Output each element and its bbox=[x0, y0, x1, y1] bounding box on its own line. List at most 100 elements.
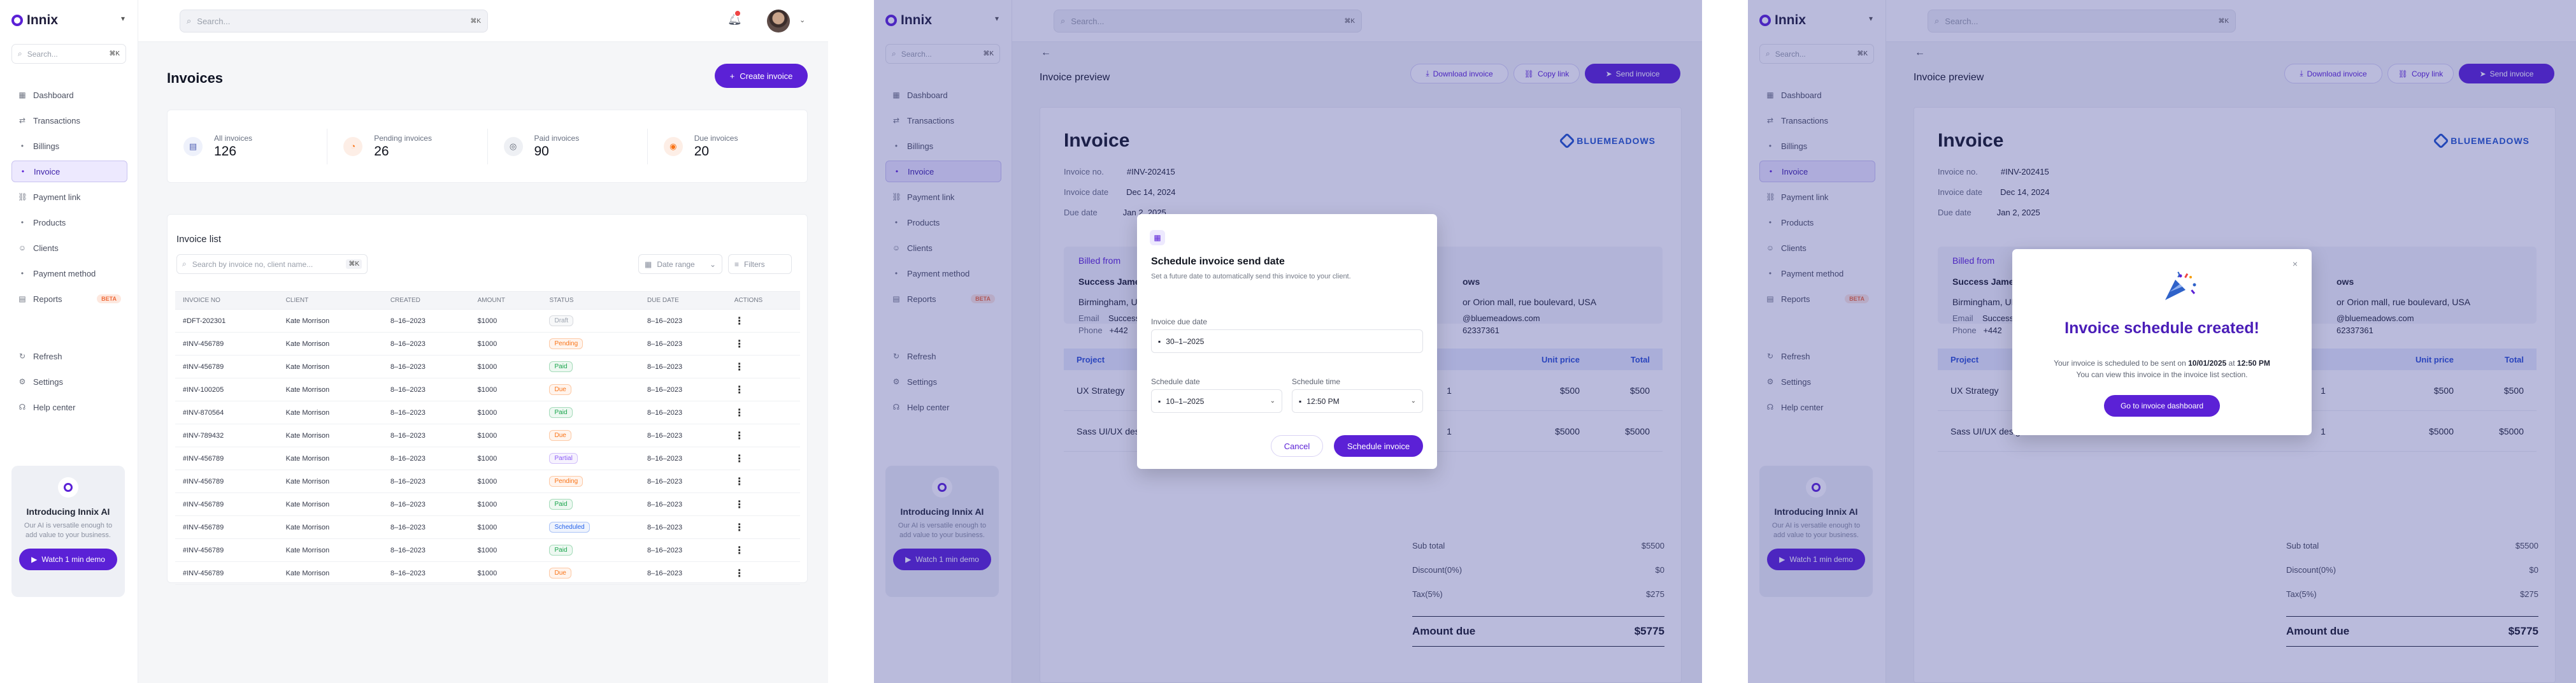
cell-amount: $1000 bbox=[469, 470, 542, 493]
cell-amount: $1000 bbox=[469, 561, 542, 585]
table-row[interactable]: #INV-456789 Kate Morrison 8–16–2023 $1000 Pe… bbox=[175, 332, 800, 356]
collapse-icon[interactable]: ▾ bbox=[121, 14, 125, 23]
reports-icon: ▤ bbox=[18, 294, 26, 303]
filters-button[interactable]: ≡ Filters bbox=[728, 254, 792, 274]
invoice-list-title: Invoice list bbox=[176, 234, 222, 245]
cell-no: #INV-870564 bbox=[175, 401, 278, 424]
avatar[interactable] bbox=[767, 10, 790, 32]
close-icon[interactable]: × bbox=[2293, 259, 2298, 269]
status-cell: Paid bbox=[541, 492, 640, 516]
status-cell: Pending bbox=[541, 332, 640, 356]
more-actions-icon[interactable]: ⋮ bbox=[734, 362, 745, 373]
more-actions-icon[interactable]: ⋮ bbox=[734, 522, 745, 533]
cell-due: 8–16–2023 bbox=[640, 309, 727, 333]
cell-due: 8–16–2023 bbox=[640, 447, 727, 470]
dashboard-icon: ▦ bbox=[18, 90, 26, 99]
sidebar-item-settings[interactable]: ⚙ Settings bbox=[11, 371, 127, 392]
sidebar-item-help-center[interactable]: ☊ Help center bbox=[11, 396, 127, 418]
more-actions-icon[interactable]: ⋮ bbox=[734, 339, 745, 350]
table-row[interactable]: #INV-789432 Kate Morrison 8–16–2023 $1000 Du… bbox=[175, 424, 800, 447]
table-row[interactable]: #INV-456789 Kate Morrison 8–16–2023 $1000 Du… bbox=[175, 561, 800, 585]
cell-client: Kate Morrison bbox=[278, 538, 383, 562]
sidebar-item-label: Payment method bbox=[33, 268, 96, 278]
calendar-icon: ▪ bbox=[1158, 336, 1161, 346]
stat-label: All invoices bbox=[214, 133, 253, 143]
more-actions-icon[interactable]: ⋮ bbox=[734, 545, 745, 556]
success-text-part: You can view this invoice in the invoice… bbox=[2076, 370, 2248, 379]
status-cell: Paid bbox=[541, 355, 640, 378]
invoice-search-placeholder: Search by invoice no, client name... bbox=[192, 259, 313, 269]
table-row[interactable]: #INV-456789 Kate Morrison 8–16–2023 $1000 Pe… bbox=[175, 470, 800, 493]
search-icon: ⌕ bbox=[187, 16, 192, 25]
table-header: DUE DATE bbox=[640, 291, 727, 310]
plus-icon: + bbox=[729, 71, 735, 81]
cell-due: 8–16–2023 bbox=[640, 561, 727, 585]
table-row[interactable]: #INV-456789 Kate Morrison 8–16–2023 $1000 Sc… bbox=[175, 515, 800, 539]
cancel-button[interactable]: Cancel bbox=[1271, 435, 1323, 457]
page-title: Invoices bbox=[167, 70, 224, 86]
sidebar-item-clients[interactable]: ☺ Clients bbox=[11, 237, 127, 259]
table-row[interactable]: #INV-456789 Kate Morrison 8–16–2023 $1000 Pa… bbox=[175, 492, 800, 516]
more-actions-icon[interactable]: ⋮ bbox=[734, 477, 745, 487]
actions-cell: ⋮ bbox=[726, 332, 800, 356]
sidebar-item-payment-link[interactable]: ⛓ Payment link bbox=[11, 186, 127, 208]
status-cell: Paid bbox=[541, 401, 640, 424]
table-row[interactable]: #INV-456789 Kate Morrison 8–16–2023 $1000 Pa… bbox=[175, 355, 800, 378]
calendar-icon: ▦ bbox=[1150, 230, 1165, 245]
actions-cell: ⋮ bbox=[726, 355, 800, 378]
schedule-invoice-button[interactable]: Schedule invoice bbox=[1334, 435, 1423, 457]
actions-cell: ⋮ bbox=[726, 447, 800, 470]
sidebar-search-input[interactable]: ⌕ Search... ⌘K bbox=[11, 44, 126, 64]
cell-created: 8–16–2023 bbox=[382, 401, 470, 424]
sidebar-item-transactions[interactable]: ⇄ Transactions bbox=[11, 110, 127, 131]
table-row[interactable]: #INV-456789 Kate Morrison 8–16–2023 $1000 Pa… bbox=[175, 538, 800, 562]
invoice-search-input[interactable]: ⌕ Search by invoice no, client name... ⌘K bbox=[176, 254, 368, 274]
sidebar-item-label: Clients bbox=[33, 243, 59, 253]
scheduled-time: 12:50 PM bbox=[2236, 359, 2270, 368]
table-row[interactable]: #INV-456789 Kate Morrison 8–16–2023 $1000 Pa… bbox=[175, 447, 800, 470]
more-actions-icon[interactable]: ⋮ bbox=[734, 431, 745, 442]
invoice-due-date-field[interactable]: ▪ 30–1–2025 bbox=[1151, 329, 1423, 353]
cell-due: 8–16–2023 bbox=[640, 332, 727, 356]
date-range-select[interactable]: ▦ Date range ⌄ bbox=[638, 254, 722, 274]
help-icon: ☊ bbox=[18, 403, 26, 412]
schedule-date-select[interactable]: ▪ 10–1–2025 ⌄ bbox=[1151, 389, 1282, 413]
schedule-success-screen: Innix ▾ ⌕ Search... ⌘K ▦ Dashboard ⇄ Transac… bbox=[1748, 0, 2576, 683]
shortcut-hint: ⌘K bbox=[109, 50, 120, 57]
global-search-input[interactable]: ⌕ Search... ⌘K bbox=[180, 10, 488, 32]
table-row[interactable]: #INV-100205 Kate Morrison 8–16–2023 $1000 Du… bbox=[175, 378, 800, 401]
more-actions-icon[interactable]: ⋮ bbox=[734, 500, 745, 510]
sidebar-item-products[interactable]: • Products bbox=[11, 212, 127, 233]
stat-pending-invoices: ◔ Pending invoices 26 bbox=[327, 128, 488, 164]
schedule-date-value: 10–1–2025 bbox=[1166, 396, 1205, 406]
status-badge: Paid bbox=[549, 361, 573, 372]
more-actions-icon[interactable]: ⋮ bbox=[734, 316, 745, 327]
sidebar-item-reports[interactable]: ▤ Reports BETA bbox=[11, 288, 127, 310]
cell-created: 8–16–2023 bbox=[382, 515, 470, 539]
more-actions-icon[interactable]: ⋮ bbox=[734, 454, 745, 464]
table-row[interactable]: #DFT-202301 Kate Morrison 8–16–2023 $1000 Dr… bbox=[175, 309, 800, 333]
create-invoice-button[interactable]: + Create invoice bbox=[715, 64, 808, 88]
stat-value: 26 bbox=[374, 143, 389, 159]
pending-icon: ◔ bbox=[343, 136, 363, 156]
more-actions-icon[interactable]: ⋮ bbox=[734, 385, 745, 396]
more-actions-icon[interactable]: ⋮ bbox=[734, 568, 745, 579]
sidebar-item-invoice[interactable]: • Invoice bbox=[11, 161, 127, 182]
chevron-down-icon[interactable]: ⌄ bbox=[799, 16, 805, 24]
sidebar-item-payment-method[interactable]: • Payment method bbox=[11, 262, 127, 284]
sidebar-item-billings[interactable]: • Billings bbox=[11, 135, 127, 157]
actions-cell: ⋮ bbox=[726, 492, 800, 516]
payment-method-icon: • bbox=[20, 269, 24, 278]
watch-demo-button[interactable]: ▶ Watch 1 min demo bbox=[19, 548, 117, 570]
cell-client: Kate Morrison bbox=[278, 378, 383, 401]
logo[interactable]: Innix bbox=[11, 13, 58, 28]
sidebar-item-refresh[interactable]: ↻ Refresh bbox=[11, 345, 127, 367]
sidebar-item-dashboard[interactable]: ▦ Dashboard bbox=[11, 84, 127, 106]
link-icon: ⛓ bbox=[18, 192, 28, 201]
schedule-time-select[interactable]: ▪ 12:50 PM ⌄ bbox=[1292, 389, 1423, 413]
cell-created: 8–16–2023 bbox=[382, 538, 470, 562]
table-row[interactable]: #INV-870564 Kate Morrison 8–16–2023 $1000 Pa… bbox=[175, 401, 800, 424]
cell-created: 8–16–2023 bbox=[382, 470, 470, 493]
go-to-dashboard-button[interactable]: Go to invoice dashboard bbox=[2104, 395, 2220, 417]
more-actions-icon[interactable]: ⋮ bbox=[734, 408, 745, 419]
